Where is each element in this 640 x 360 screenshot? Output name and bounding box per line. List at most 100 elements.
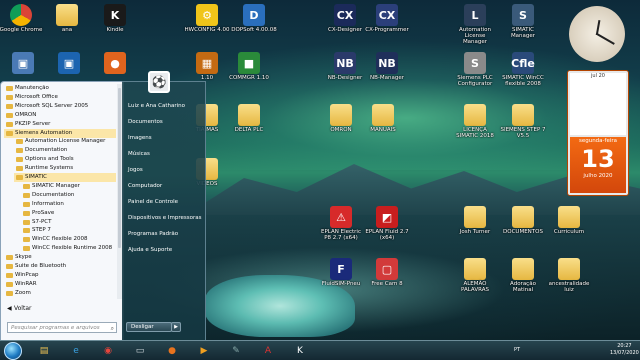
start-link[interactable]: Ajuda e Suporte <box>128 246 172 255</box>
start-link[interactable]: Programas Padrão <box>128 230 178 239</box>
program-item[interactable]: Siemens Automation <box>4 128 116 138</box>
program-item[interactable]: Options and Tools <box>14 155 116 164</box>
program-item[interactable]: OMRON <box>4 111 116 120</box>
dopsoft-icon: D <box>243 4 265 26</box>
notes-taskbar-icon[interactable]: ▭ <box>126 342 154 360</box>
acrobat-taskbar-icon[interactable]: A <box>254 342 282 360</box>
desktop-icon-manuais[interactable]: MANUAIS <box>360 104 406 133</box>
program-item[interactable]: Microsoft SQL Server 2005 <box>4 102 116 111</box>
shutdown-button[interactable]: Desligar <box>126 322 172 332</box>
desktop-icon-app110[interactable]: ▦ 1.10 <box>184 52 230 81</box>
desktop-icon-hwconfig[interactable]: ⚙ HWCONFIG 4.00 <box>184 4 230 33</box>
desktop-icon-alemao[interactable]: ALEMÃO PALAVRAS <box>452 258 498 293</box>
tools-taskbar-icon[interactable]: ✎ <box>222 342 250 360</box>
program-item[interactable]: STEP 7 <box>21 226 116 235</box>
desktop-icon-commgr[interactable]: ■ COMMGR 1.10 <box>226 52 272 81</box>
desktop-icon-kindle[interactable]: K Kindle <box>92 4 138 33</box>
program-item[interactable]: SIMATIC Manager <box>21 182 116 191</box>
desktop-icon-licensemanager[interactable]: L Automation License Manager <box>452 4 498 45</box>
desktop-icon-nbmanager[interactable]: NB NB-Manager <box>364 52 410 81</box>
kindle-reader-taskbar-icon[interactable]: K <box>286 342 314 360</box>
desktop-icon-fluidsim[interactable]: F FluidSIM-Pneu <box>318 258 364 287</box>
start-link[interactable]: Imagens <box>128 134 152 143</box>
folder-icon <box>6 255 13 261</box>
calendar-gadget[interactable]: jul 20 segunda-feira 13 julho 2020 <box>567 70 629 196</box>
folder-icon <box>6 86 13 91</box>
desktop-icon-dopsoft[interactable]: D DOPSoft 4.00.08 <box>231 4 277 33</box>
desktop-icon-label: SIEMENS STEP 7 V5.5 <box>500 127 546 139</box>
desktop-icon-label: CX-Designer <box>328 27 362 33</box>
program-item[interactable]: PKZIP Server <box>4 120 116 129</box>
start-link[interactable]: Painel de Controle <box>128 198 178 207</box>
program-item[interactable]: WinCC flexible 2008 <box>21 235 116 244</box>
desktop-icon-curriculum[interactable]: Curriculum <box>546 206 592 235</box>
folder-icon <box>512 258 534 280</box>
media-taskbar-icon[interactable]: ▶ <box>190 342 218 360</box>
start-link[interactable]: Luiz e Ana Catharino <box>128 102 185 111</box>
desktop-icon-cxprogrammer[interactable]: CX CX-Programmer <box>364 4 410 33</box>
clock-gadget[interactable] <box>569 6 625 62</box>
program-item[interactable]: Automation License Manager <box>14 137 116 146</box>
desktop-icon-siemensstep[interactable]: SIEMENS STEP 7 V5.5 <box>500 104 546 139</box>
desktop-icon-epluntetrol[interactable]: ⚠ EPLAN Electric P8 2.7 (x64) <box>318 206 364 241</box>
desktop-icon-simaticmanager[interactable]: S SIMATIC Manager <box>500 4 546 39</box>
desktop-icon-label: HWCONFIG 4.00 <box>184 27 230 33</box>
folder-icon <box>512 104 534 126</box>
program-item[interactable]: WinCC flexible Runtime 2008 <box>21 244 116 253</box>
language-indicator[interactable]: PT <box>514 347 520 353</box>
program-item[interactable]: Skype <box>4 253 116 262</box>
back-button[interactable]: ◀ Voltar <box>4 304 116 314</box>
firefox-taskbar-icon[interactable]: ● <box>158 342 186 360</box>
ie-taskbar-icon[interactable]: e <box>62 342 90 360</box>
desktop-icon-joshturner[interactable]: Josh Turner <box>452 206 498 235</box>
explorer-taskbar-icon[interactable]: ▤ <box>30 342 58 360</box>
program-item[interactable]: Manutenção <box>4 84 116 93</box>
desktop-icon-eplanfluid[interactable]: ◩ EPLAN Fluid 2.7 (x64) <box>364 206 410 241</box>
program-item[interactable]: Information <box>21 200 116 209</box>
start-link[interactable]: Dispositivos e Impressoras <box>128 214 202 223</box>
tray-clock[interactable]: 20:27 13/07/2020 <box>610 343 639 357</box>
program-item[interactable]: ProSave <box>21 209 116 218</box>
desktop-icon-rcp[interactable]: ▣ <box>46 52 92 75</box>
program-item[interactable]: WinPcap <box>4 271 116 280</box>
program-item[interactable]: WinRAR <box>4 280 116 289</box>
start-link[interactable]: Jogos <box>128 166 143 175</box>
desktop-icon-wincc[interactable]: Cfle SIMATIC WinCC flexible 2008 <box>500 52 546 87</box>
program-item[interactable]: SIMATIC <box>14 173 116 182</box>
folder-icon <box>558 258 580 280</box>
folder-icon <box>23 183 30 189</box>
desktop-icon-licenca[interactable]: LICENÇA SIMATIC 2018 <box>452 104 498 139</box>
desktop-icon-label: COMMGR 1.10 <box>229 75 269 81</box>
program-item[interactable]: Documentation <box>21 191 116 200</box>
desktop-icon-label: SIMATIC Manager <box>510 27 536 39</box>
desktop-icon-adoracao[interactable]: Adoração Matinal <box>500 258 546 293</box>
desktop-icon-omron[interactable]: OMRON <box>318 104 364 133</box>
desktop-icon-chrome[interactable]: Google Chrome <box>0 4 44 33</box>
program-item[interactable]: Zoom <box>4 289 116 298</box>
folder-icon <box>6 112 13 118</box>
folder-icon <box>372 104 394 126</box>
desktop-icon-freecam[interactable]: ▢ Free Cam 8 <box>364 258 410 287</box>
start-link[interactable]: Músicas <box>128 150 150 159</box>
start-button[interactable] <box>4 342 22 360</box>
desktop-icon-nbdesigner[interactable]: NB NB-Designer <box>322 52 368 81</box>
desktop-icon-documentos[interactable]: DOCUMENTOS <box>500 206 546 235</box>
program-item[interactable]: Runtime Systems <box>14 164 116 173</box>
desktop-icon-siemensplc[interactable]: S Siemens PLC Configurator <box>452 52 498 87</box>
program-item[interactable]: Documentation <box>14 146 116 155</box>
calendar-day: 13 <box>581 145 615 173</box>
search-input[interactable]: Pesquisar programas e arquivos ⌕ <box>7 322 117 333</box>
desktop-icon-firefox[interactable]: ● <box>92 52 138 75</box>
desktop-icon-ana[interactable]: ana <box>44 4 90 33</box>
desktop-icon-computer[interactable]: ▣ <box>0 52 46 75</box>
program-item[interactable]: S7-PCT <box>21 218 116 227</box>
start-link[interactable]: Computador <box>128 182 162 191</box>
shutdown-options-arrow-icon[interactable]: ▶ <box>171 322 181 332</box>
desktop-icon-cxdesigner[interactable]: CX CX-Designer <box>322 4 368 33</box>
start-link[interactable]: Documentos <box>128 118 163 127</box>
desktop-icon-deltaplc[interactable]: DELTA PLC <box>226 104 272 133</box>
program-item[interactable]: Suite de Bluetooth <box>4 262 116 271</box>
chrome-taskbar-icon[interactable]: ◉ <box>94 342 122 360</box>
program-item[interactable]: Microsoft Office <box>4 93 116 102</box>
desktop-icon-ancestralidade[interactable]: ancestralidade luiz <box>546 258 592 293</box>
